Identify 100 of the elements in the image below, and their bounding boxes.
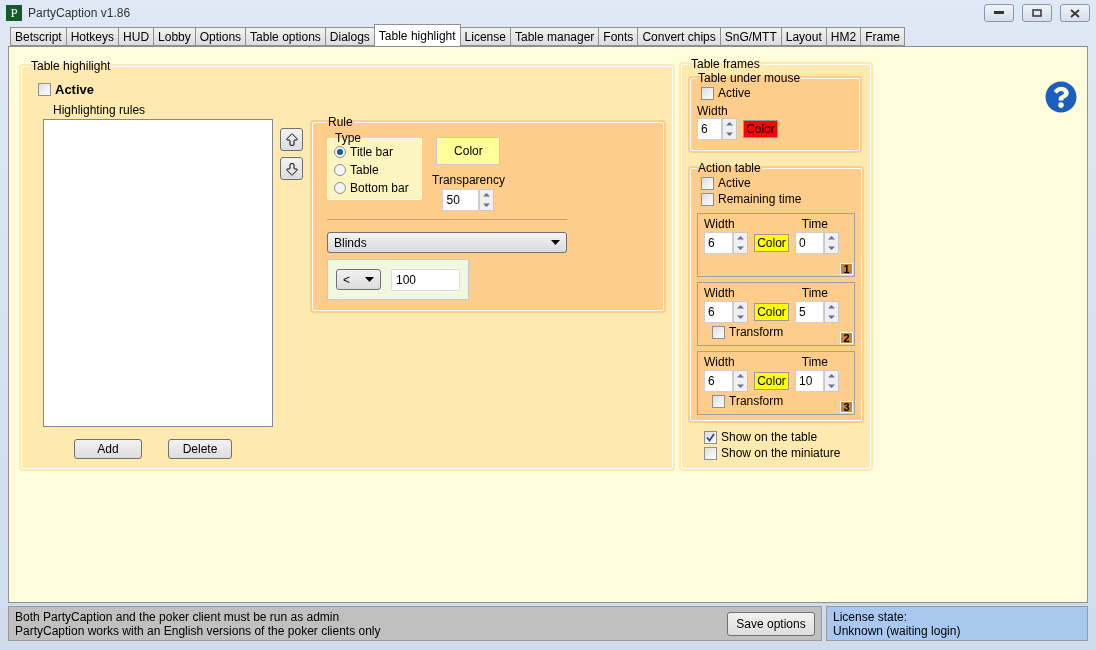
up-arrow-icon[interactable] (825, 233, 838, 243)
field-label: Width (704, 355, 735, 369)
field-label: Width (704, 217, 735, 231)
stage-number: 1 (840, 263, 853, 275)
number-field[interactable]: 50 (442, 189, 480, 211)
checkbox-label: Transform (729, 394, 784, 408)
down-arrow-icon (283, 160, 300, 177)
checkbox[interactable] (704, 446, 717, 460)
tab[interactable]: HM2 (825, 27, 862, 46)
checkbox-label: Remaining time (718, 192, 802, 206)
checkbox[interactable] (701, 192, 714, 206)
checkbox-label: Transform (729, 325, 784, 339)
tab[interactable]: Lobby (153, 27, 196, 46)
app-logo: P (6, 5, 22, 21)
move-down-button[interactable] (280, 157, 303, 180)
radio-label: Table (350, 163, 379, 177)
number-field[interactable]: 6 (704, 370, 733, 392)
dropdown[interactable]: Blinds (327, 232, 567, 253)
tab[interactable]: SnG/MTT (719, 27, 782, 46)
tab[interactable]: Table manager (509, 27, 600, 46)
tab[interactable]: Frame (860, 27, 905, 46)
save-options-button[interactable]: Save options (727, 611, 815, 636)
tab[interactable]: License (459, 27, 511, 46)
license-status: License state: (833, 609, 909, 624)
caret-icon (365, 277, 374, 282)
number-field[interactable]: 5 (795, 301, 824, 323)
color-button[interactable]: Color (754, 372, 789, 390)
group-title: Table frames (690, 57, 761, 71)
tab[interactable]: Dialogs (324, 27, 375, 46)
group-title: Table highilight (30, 59, 112, 73)
checkbox[interactable] (38, 82, 51, 96)
status-message: PartyCaption works with an English versions of the poker clients only (15, 623, 381, 638)
tab[interactable]: Hotkeys (65, 27, 120, 46)
status-message: Both PartyCaption and the poker client must be run as admin (15, 609, 341, 624)
checkbox[interactable] (704, 430, 717, 444)
up-arrow-icon[interactable] (734, 233, 747, 243)
add-button[interactable]: Add (74, 439, 142, 459)
number-field[interactable]: 10 (795, 370, 824, 392)
field-label: Width (704, 286, 735, 300)
field-label: Time (801, 286, 828, 300)
checkbox-label: Active (718, 86, 751, 100)
color-button[interactable]: Color (754, 234, 789, 252)
checkbox-label: Active (55, 81, 95, 97)
number-field[interactable]: 6 (704, 301, 733, 323)
group-title: Action table (697, 161, 762, 175)
number-field[interactable]: 0 (795, 232, 824, 254)
move-up-button[interactable] (280, 128, 303, 151)
checkbox-label: Show on the miniature (721, 446, 841, 460)
color-button[interactable]: Color (754, 303, 789, 321)
checkbox-label: Show on the table (721, 430, 818, 444)
up-arrow-icon[interactable] (825, 302, 838, 312)
radio-label: Bottom bar (350, 181, 409, 195)
maximize-button[interactable] (1022, 4, 1052, 22)
up-arrow-icon (283, 131, 300, 148)
window-title: PartyCaption v1.86 (28, 6, 132, 20)
tab[interactable]: Table options (245, 27, 326, 46)
number-field[interactable]: 6 (697, 118, 722, 140)
checkbox[interactable] (712, 394, 725, 408)
up-arrow-icon[interactable] (825, 371, 838, 381)
up-arrow-icon[interactable] (723, 119, 736, 129)
maximize-icon (1032, 9, 1042, 17)
tab[interactable]: Options (194, 27, 247, 46)
radio-button[interactable] (334, 182, 346, 194)
number-field[interactable]: 6 (704, 232, 733, 254)
operator-dropdown[interactable]: < (336, 269, 381, 290)
minimize-icon (994, 11, 1004, 15)
tab[interactable]: Convert chips (637, 27, 721, 46)
field-label: Time (801, 355, 828, 369)
close-button[interactable] (1060, 4, 1090, 22)
tab[interactable]: Betscript (10, 27, 67, 46)
help-icon[interactable] (1045, 81, 1077, 113)
field-label: Width (697, 104, 729, 118)
tab[interactable]: HUD (118, 27, 155, 46)
radio-button[interactable] (334, 146, 346, 158)
radio-label: Title bar (350, 145, 393, 159)
tab[interactable]: Fonts (598, 27, 639, 46)
group-title: Rule (327, 115, 354, 129)
tab[interactable]: Table highlight (373, 24, 461, 46)
checkbox[interactable] (712, 325, 725, 339)
color-button[interactable]: Color (743, 120, 778, 138)
stage-number: 3 (840, 401, 853, 413)
field-label: Time (801, 217, 828, 231)
minimize-button[interactable] (984, 4, 1014, 22)
delete-button[interactable]: Delete (168, 439, 232, 459)
section-label: Highlighting rules (53, 103, 147, 117)
up-arrow-icon[interactable] (734, 371, 747, 381)
stage-number: 2 (840, 332, 853, 344)
group-title: Table under mouse (697, 71, 802, 85)
checkbox[interactable] (701, 176, 714, 190)
checkbox[interactable] (701, 86, 714, 100)
caret-icon (551, 240, 560, 245)
color-button[interactable]: Color (436, 137, 501, 165)
up-arrow-icon[interactable] (734, 302, 747, 312)
license-status: Unknown (waiting login) (833, 623, 962, 638)
group-title: Type (334, 131, 362, 145)
tab[interactable]: Layout (780, 27, 827, 46)
value-field[interactable]: 100 (391, 268, 460, 291)
field-label: Transparency (432, 173, 505, 187)
close-icon (1070, 8, 1080, 18)
radio-button[interactable] (334, 164, 346, 176)
